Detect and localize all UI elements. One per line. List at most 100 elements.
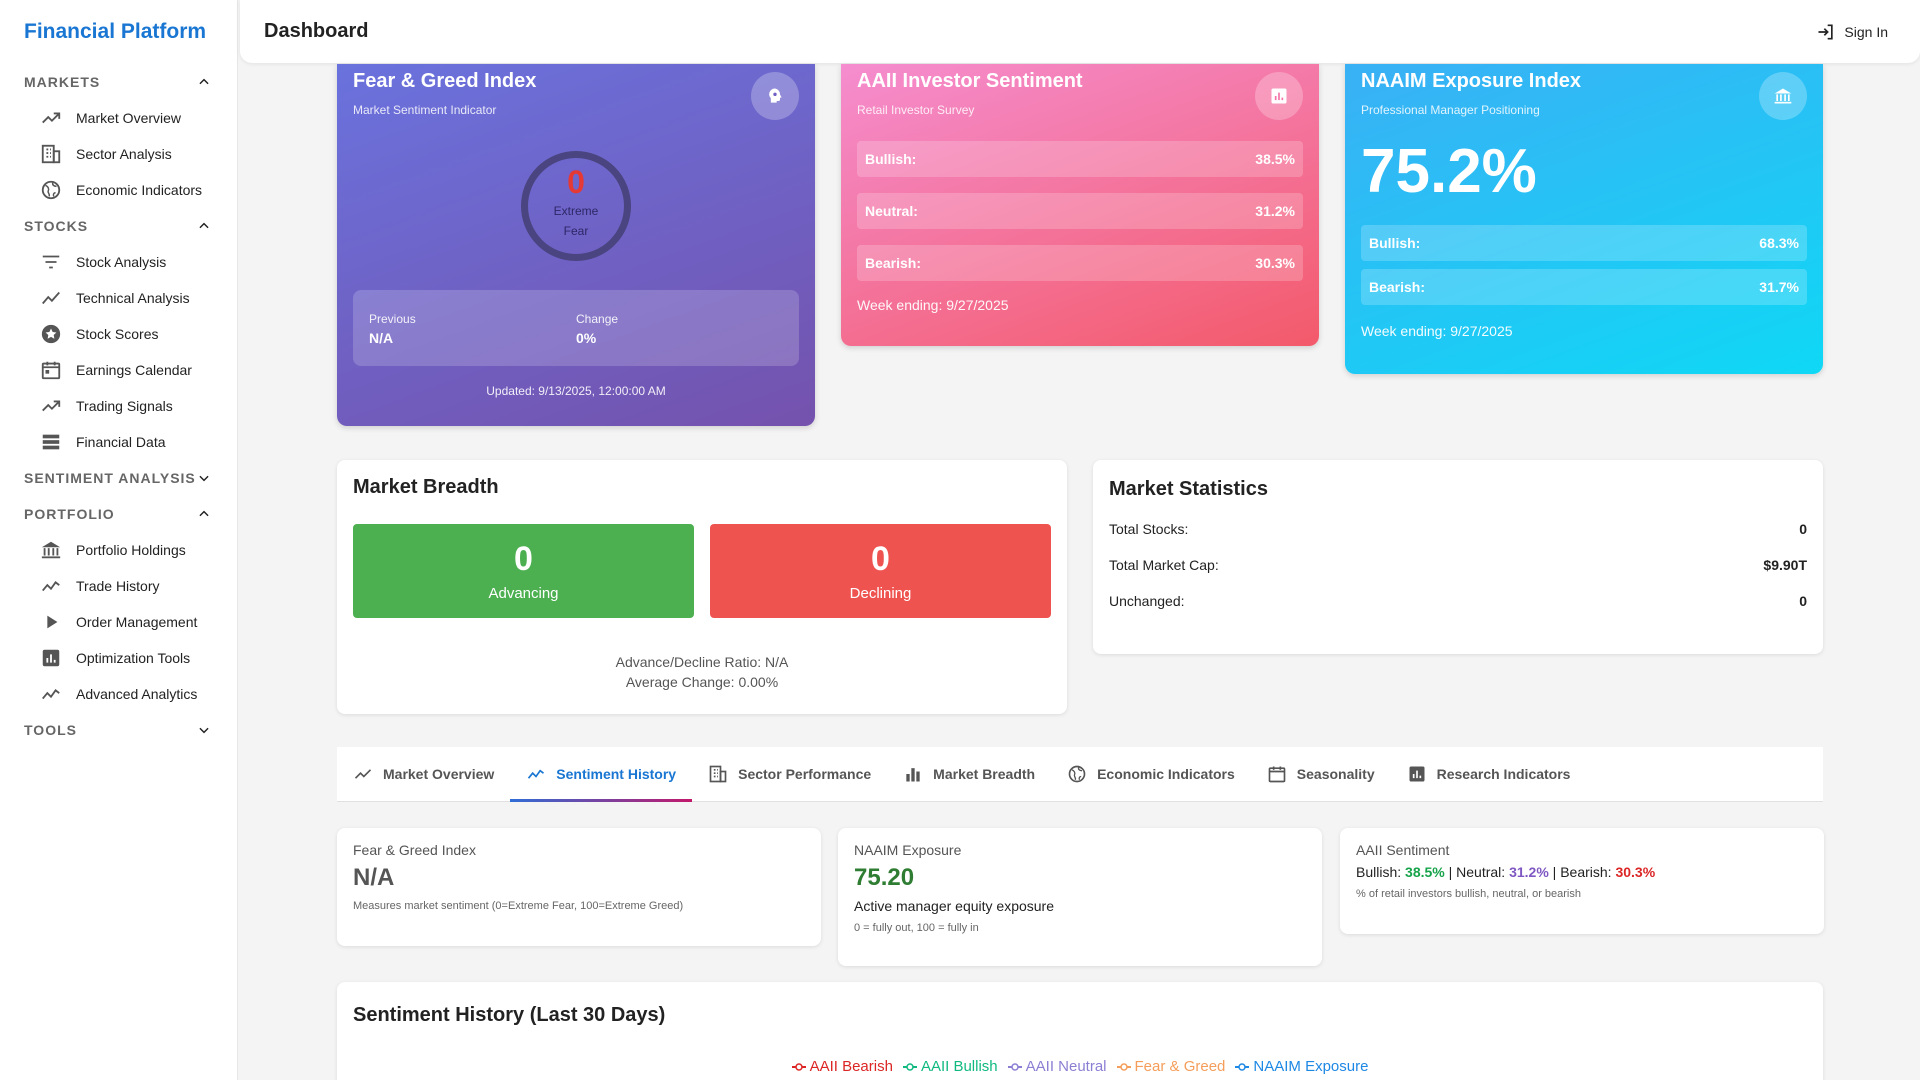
fear-greed-updated: Updated: 9/13/2025, 12:00:00 AM [486, 384, 666, 398]
aaii-row-bearish: Bearish: 30.3% [857, 245, 1303, 281]
fear-greed-value: 0 [567, 164, 585, 200]
brand-title[interactable]: Financial Platform [0, 0, 237, 64]
aaii-card: AAII Investor Sentiment Retail Investor … [841, 64, 1319, 346]
sidebar-item-market-overview[interactable]: Market Overview [0, 100, 237, 136]
mini-naaim-desc: 0 = fully out, 100 = fully in [854, 922, 979, 934]
sidebar-item-technical-analysis[interactable]: Technical Analysis [0, 280, 237, 316]
average-change: Average Change: 0.00% [625, 674, 779, 690]
mini-card-fear-greed: Fear & Greed Index N/A Measures market s… [337, 828, 821, 946]
mini-fg-desc: Measures market sentiment (0=Extreme Fea… [353, 900, 684, 912]
legend-line-marker-icon [902, 1062, 917, 1071]
mini-aaii-desc: % of retail investors bullish, neutral, … [1356, 888, 1581, 900]
login-icon [1818, 24, 1834, 39]
fear-greed-gauge: 0 Extreme Fear [521, 151, 631, 261]
legend-item[interactable]: NAAIM Exposure [1235, 1058, 1368, 1075]
building-icon [709, 765, 727, 783]
fear-greed-title: Fear & Greed Index [353, 70, 537, 92]
aaii-subtitle: Retail Investor Survey [857, 103, 975, 117]
market-statistics-panel: Market Statistics Total Stocks: 0 Total M… [1093, 460, 1823, 654]
ad-ratio: Advance/Decline Ratio: N/A [615, 654, 789, 670]
sidebar-item-sector-analysis[interactable]: Sector Analysis [0, 136, 237, 172]
sidebar-item-optimization-tools[interactable]: Optimization Tools [0, 640, 237, 676]
section-sentiment-analysis[interactable]: SENTIMENT ANALYSIS [0, 460, 237, 496]
tab-market-breadth[interactable]: Market Breadth [887, 747, 1051, 802]
mini-card-naaim: NAAIM Exposure 75.20 Active manager equi… [838, 828, 1322, 966]
declining-label: Declining [849, 585, 912, 602]
section-portfolio[interactable]: PORTFOLIO [0, 496, 237, 532]
legend-line-marker-icon [791, 1062, 806, 1071]
stat-row-total-stocks: Total Stocks: 0 [1109, 521, 1807, 537]
mini-fg-title: Fear & Greed Index [353, 842, 476, 858]
section-markets[interactable]: MARKETS [0, 64, 237, 100]
aaii-title: AAII Investor Sentiment [857, 70, 1083, 92]
mini-card-aaii: AAII Sentiment Bullish: 38.5% | Neutral:… [1340, 828, 1824, 934]
mini-naaim-value: 75.20 [854, 864, 915, 891]
sidebar-item-earnings-calendar[interactable]: Earnings Calendar [0, 352, 237, 388]
tab-research-indicators[interactable]: Research Indicators [1391, 747, 1587, 802]
tab-sentiment-history[interactable]: Sentiment History [510, 747, 692, 802]
tab-seasonality[interactable]: Seasonality [1251, 747, 1391, 802]
chevron-down-icon [199, 475, 209, 482]
fear-greed-subtitle: Market Sentiment Indicator [353, 103, 497, 117]
fear-greed-card: Fear & Greed Index Market Sentiment Indi… [337, 64, 815, 426]
timeline-icon [528, 769, 545, 779]
fear-greed-summary: Previous N/A Change 0% [353, 290, 799, 366]
stat-row-market-cap: Total Market Cap: $9.90T [1109, 557, 1807, 573]
building-icon [41, 144, 61, 164]
section-tools[interactable]: TOOLS [0, 712, 237, 748]
psychology-icon [769, 88, 782, 103]
play-icon [47, 615, 58, 629]
market-breadth-title: Market Breadth [353, 476, 499, 498]
mini-aaii-title: AAII Sentiment [1356, 842, 1450, 858]
stat-row-unchanged: Unchanged: 0 [1109, 593, 1807, 609]
trending-up-icon [42, 400, 61, 412]
sidebar-item-trade-history[interactable]: Trade History [0, 568, 237, 604]
fear-greed-badge [751, 72, 799, 120]
declining-value: 0 [871, 540, 890, 578]
list-icon [42, 434, 60, 450]
legend-item[interactable]: Fear & Greed [1116, 1058, 1225, 1075]
sidebar: Financial Platform MARKETS Market Overvi… [0, 0, 238, 1080]
naaim-big-value: 75.2% [1361, 137, 1537, 206]
change-value: 0% [576, 330, 597, 346]
sign-in-button[interactable]: Sign In [1816, 22, 1888, 42]
tab-market-overview[interactable]: Market Overview [353, 747, 510, 802]
section-stocks[interactable]: STOCKS [0, 208, 237, 244]
aaii-row-neutral: Neutral: 31.2% [857, 193, 1303, 229]
timeline-icon [42, 581, 60, 592]
aaii-row-bullish: Bullish: 38.5% [857, 141, 1303, 177]
tab-sector-performance[interactable]: Sector Performance [692, 747, 887, 802]
legend-line-marker-icon [1235, 1062, 1250, 1071]
sidebar-item-advanced-analytics[interactable]: Advanced Analytics [0, 676, 237, 712]
naaim-card: NAAIM Exposure Index Professional Manage… [1345, 64, 1823, 374]
sidebar-item-stock-scores[interactable]: Stock Scores [0, 316, 237, 352]
legend-item[interactable]: AAII Bearish [791, 1058, 893, 1075]
legend-item[interactable]: AAII Bullish [902, 1058, 998, 1075]
sidebar-item-economic-indicators[interactable]: Economic Indicators [0, 172, 237, 208]
naaim-row-bearish: Bearish: 31.7% [1361, 269, 1807, 305]
naaim-badge [1759, 72, 1807, 120]
legend-line-marker-icon [1116, 1062, 1131, 1071]
sidebar-item-financial-data[interactable]: Financial Data [0, 424, 237, 460]
sentiment-legend: AAII Bearish AAII Bullish AAII Neutral Fear… [337, 1058, 1823, 1075]
naaim-row-bullish: Bullish: 68.3% [1361, 225, 1807, 261]
sidebar-item-portfolio-holdings[interactable]: Portfolio Holdings [0, 532, 237, 568]
trending-up-icon [354, 769, 372, 779]
aaii-badge [1255, 72, 1303, 120]
mini-aaii-breakdown: Bullish: 38.5% | Neutral: 31.2% | Bearis… [1356, 864, 1656, 880]
sidebar-item-stock-analysis[interactable]: Stock Analysis [0, 244, 237, 280]
tab-economic-indicators[interactable]: Economic Indicators [1051, 747, 1251, 802]
mini-naaim-act: Active manager equity exposure [854, 898, 1054, 914]
sidebar-item-trading-signals[interactable]: Trading Signals [0, 388, 237, 424]
sidebar-item-order-management[interactable]: Order Management [0, 604, 237, 640]
market-breadth-panel: Market Breadth 0 Advancing 0 Declining A… [337, 460, 1067, 714]
mini-fg-value: N/A [353, 864, 395, 891]
legend-item[interactable]: AAII Neutral [1007, 1058, 1107, 1075]
page-title: Dashboard [264, 20, 369, 42]
calendar-icon [41, 361, 61, 380]
timeline-icon [42, 689, 60, 700]
bar-chart-icon [906, 768, 920, 782]
change-label: Change [576, 312, 619, 326]
fear-greed-label: Extreme Fear [553, 204, 599, 238]
bank-icon [41, 541, 61, 559]
